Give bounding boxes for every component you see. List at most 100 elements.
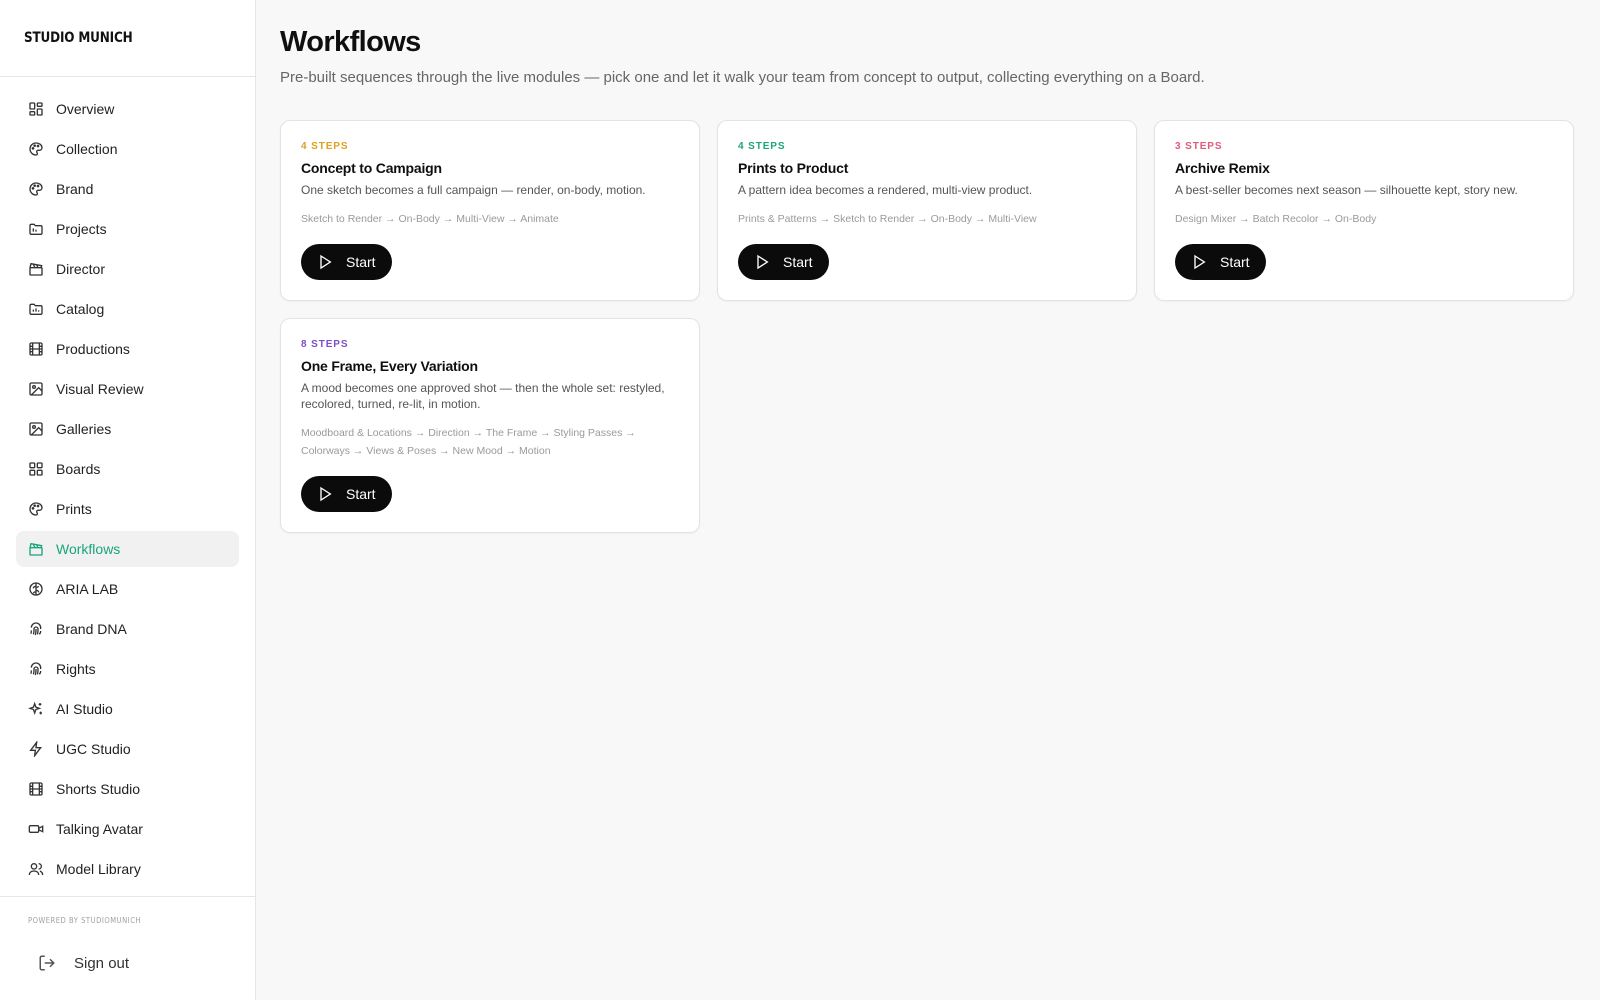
powered-by-text: POWERED BY STUDIOMUNICH bbox=[28, 916, 142, 925]
sidebar-item-rights[interactable]: Rights bbox=[16, 651, 239, 687]
workflow-title: One Frame, Every Variation bbox=[301, 358, 478, 374]
sidebar-item-projects[interactable]: Projects bbox=[16, 211, 239, 247]
sidebar-item-label: Brand bbox=[56, 181, 94, 197]
palette-icon bbox=[28, 141, 44, 157]
brand-logo[interactable]: STUDIO MUNICH bbox=[0, 0, 255, 77]
zap-icon bbox=[28, 741, 44, 757]
sidebar-footer: POWERED BY STUDIOMUNICH Sign out bbox=[0, 896, 255, 1000]
steps-badge: 4 STEPS bbox=[301, 141, 349, 152]
workflow-description: A best-seller becomes next season — silh… bbox=[1175, 183, 1518, 197]
start-label: Start bbox=[346, 486, 376, 502]
start-button[interactable]: Start bbox=[301, 476, 392, 512]
play-icon bbox=[1191, 254, 1207, 270]
sidebar-item-label: Visual Review bbox=[56, 381, 144, 397]
page-title: Workflows bbox=[280, 26, 421, 58]
workflow-steps-flow: Moodboard & Locations → Direction → The … bbox=[301, 427, 636, 457]
fingerprint-icon bbox=[28, 621, 44, 637]
sidebar-item-label: Catalog bbox=[56, 301, 105, 317]
workflow-steps-flow: Prints & Patterns → Sketch to Render → O… bbox=[738, 213, 1037, 225]
sidebar-item-director[interactable]: Director bbox=[16, 251, 239, 287]
sidebar-item-label: ARIA LAB bbox=[56, 581, 119, 597]
users-icon bbox=[28, 861, 44, 877]
sidebar-item-workflows[interactable]: Workflows bbox=[16, 531, 239, 567]
workflow-description: One sketch becomes a full campaign — ren… bbox=[301, 183, 646, 197]
start-button[interactable]: Start bbox=[301, 244, 392, 280]
workflow-title: Archive Remix bbox=[1175, 160, 1270, 176]
sidebar-item-ugc-studio[interactable]: UGC Studio bbox=[16, 731, 239, 767]
palette-icon bbox=[28, 181, 44, 197]
sign-out-label: Sign out bbox=[74, 954, 130, 972]
film-icon bbox=[28, 341, 44, 357]
start-button[interactable]: Start bbox=[1175, 244, 1266, 280]
folder-chart-icon bbox=[28, 301, 44, 317]
sidebar-item-label: Overview bbox=[56, 101, 115, 117]
sidebar-item-productions[interactable]: Productions bbox=[16, 331, 239, 367]
workflow-description: A pattern idea becomes a rendered, multi… bbox=[738, 183, 1033, 197]
start-label: Start bbox=[346, 254, 376, 270]
sidebar-item-boards[interactable]: Boards bbox=[16, 451, 239, 487]
sidebar-item-label: Galleries bbox=[56, 421, 112, 437]
sidebar-item-label: Brand DNA bbox=[56, 621, 127, 637]
sidebar-item-overview[interactable]: Overview bbox=[16, 91, 239, 127]
sidebar-nav: Overview Collection Brand Projects Direc… bbox=[0, 77, 255, 887]
sidebar-item-galleries[interactable]: Galleries bbox=[16, 411, 239, 447]
sidebar-item-label: Productions bbox=[56, 341, 130, 357]
sidebar-item-label: Projects bbox=[56, 221, 107, 237]
sidebar-item-brand[interactable]: Brand bbox=[16, 171, 239, 207]
sidebar-item-ai-studio[interactable]: AI Studio bbox=[16, 691, 239, 727]
sidebar-item-shorts-studio[interactable]: Shorts Studio bbox=[16, 771, 239, 807]
steps-badge: 4 STEPS bbox=[738, 141, 786, 152]
play-icon bbox=[754, 254, 770, 270]
sidebar-item-label: Talking Avatar bbox=[56, 821, 143, 837]
brain-icon bbox=[28, 581, 44, 597]
workflow-steps-flow: Design Mixer → Batch Recolor → On-Body bbox=[1175, 213, 1377, 225]
sidebar-item-label: Prints bbox=[56, 501, 92, 517]
image-icon bbox=[28, 421, 44, 437]
steps-badge: 8 STEPS bbox=[301, 339, 349, 350]
sidebar-item-label: Collection bbox=[56, 141, 118, 157]
workflow-title: Concept to Campaign bbox=[301, 160, 442, 176]
sidebar-item-label: AI Studio bbox=[56, 701, 113, 717]
sidebar-item-brand-dna[interactable]: Brand DNA bbox=[16, 611, 239, 647]
sidebar-item-model-library[interactable]: Model Library bbox=[16, 851, 239, 887]
sidebar-item-label: UGC Studio bbox=[56, 741, 131, 757]
palette-icon bbox=[28, 501, 44, 517]
grid-icon bbox=[28, 101, 44, 117]
main-content: Workflows Pre-built sequences through th… bbox=[256, 0, 1600, 1000]
sidebar-item-aria-lab[interactable]: ARIA LAB bbox=[16, 571, 239, 607]
start-label: Start bbox=[1220, 254, 1250, 270]
workflow-card: 3 STEPS Archive Remix A best-seller beco… bbox=[1154, 120, 1574, 301]
workflow-steps-flow: Sketch to Render → On-Body → Multi-View … bbox=[301, 213, 559, 225]
sidebar-item-label: Model Library bbox=[56, 861, 141, 877]
page-subtitle: Pre-built sequences through the live mod… bbox=[280, 69, 1205, 86]
sparkles-icon bbox=[28, 701, 44, 717]
sidebar-item-collection[interactable]: Collection bbox=[16, 131, 239, 167]
steps-badge: 3 STEPS bbox=[1175, 141, 1223, 152]
workflow-description: A mood becomes one approved shot — then … bbox=[301, 381, 665, 411]
sidebar-item-label: Boards bbox=[56, 461, 101, 477]
workflow-grid: 4 STEPS Concept to Campaign One sketch b… bbox=[280, 120, 1576, 533]
sidebar-item-catalog[interactable]: Catalog bbox=[16, 291, 239, 327]
sidebar-item-prints[interactable]: Prints bbox=[16, 491, 239, 527]
sidebar-item-label: Shorts Studio bbox=[56, 781, 141, 797]
sidebar-item-label: Director bbox=[56, 261, 106, 277]
start-label: Start bbox=[783, 254, 813, 270]
start-button[interactable]: Start bbox=[738, 244, 829, 280]
image-icon bbox=[28, 381, 44, 397]
video-icon bbox=[28, 821, 44, 837]
workflow-card: 8 STEPS One Frame, Every Variation A moo… bbox=[280, 318, 700, 533]
brand-name: STUDIO MUNICH bbox=[24, 30, 133, 46]
grid-icon bbox=[28, 461, 44, 477]
play-icon bbox=[317, 254, 333, 270]
sidebar: STUDIO MUNICH Overview Collection Brand … bbox=[0, 0, 256, 1000]
sign-out-icon bbox=[38, 954, 56, 972]
sign-out-button[interactable]: Sign out bbox=[28, 943, 228, 983]
sidebar-item-visual-review[interactable]: Visual Review bbox=[16, 371, 239, 407]
workflow-card: 4 STEPS Concept to Campaign One sketch b… bbox=[280, 120, 700, 301]
workflow-title: Prints to Product bbox=[738, 160, 849, 176]
sidebar-item-label: Workflows bbox=[56, 541, 121, 557]
sidebar-item-talking-avatar[interactable]: Talking Avatar bbox=[16, 811, 239, 847]
folder-icon bbox=[28, 221, 44, 237]
sidebar-item-label: Rights bbox=[56, 661, 96, 677]
play-icon bbox=[317, 486, 333, 502]
